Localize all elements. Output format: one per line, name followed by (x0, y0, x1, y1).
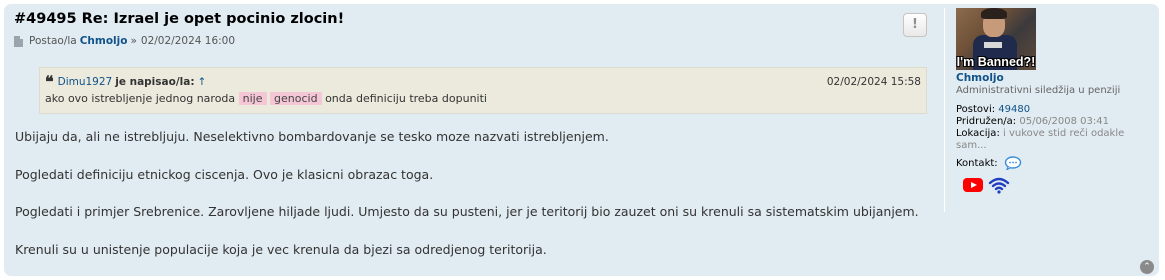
avatar-hair (981, 8, 1007, 19)
quote-text-after: onda definiciju treba dopuniti (325, 92, 487, 105)
avatar-shirt-print (984, 42, 1002, 48)
chat-bubble-icon[interactable] (1004, 156, 1022, 170)
profile-joined-label: Pridružen/a: (956, 116, 1017, 127)
post-profile: I'm Banned?! Chmoljo Administrativni sil… (944, 8, 1156, 212)
wifi-icon[interactable] (988, 176, 1010, 194)
avatar-caption: I'm Banned?! (956, 55, 1036, 69)
author-prefix: Postao/la (29, 35, 77, 47)
post-body: #49495 Re: Izrael je opet pocinio zlocin… (14, 9, 934, 48)
report-button[interactable]: ! (903, 13, 927, 37)
author-separator: » (130, 35, 137, 47)
quote-source-arrow-icon[interactable]: ↑ (198, 76, 207, 88)
profile-posts-row: Postovi: 49480 (956, 104, 1156, 116)
post-content: Ubijaju da, ali ne istrebljuju. Neselekt… (15, 128, 925, 278)
quote-highlight-2: genocid (270, 92, 322, 105)
quote-wrote-label: je napisao/la: (115, 75, 195, 88)
quote-username-link[interactable]: Dimu1927 (58, 76, 113, 88)
profile-stats: Postovi: 49480 Pridružen/a: 05/06/2008 0… (956, 104, 1156, 152)
profile-contact-row: Kontakt: (956, 156, 1156, 170)
post-title[interactable]: #49495 Re: Izrael je opet pocinio zlocin… (14, 10, 934, 28)
author-username-link[interactable]: Chmoljo (80, 35, 128, 47)
content-paragraph: Pogledati definiciju etnickog ciscenja. … (15, 166, 434, 182)
profile-posts-link[interactable]: 49480 (998, 104, 1030, 115)
back-to-top-icon[interactable]: ⌃ (1140, 260, 1154, 274)
quote-highlight-1: nije (238, 92, 267, 105)
quote-header: ❝ Dimu1927 je napisao/la: ↑ 02/02/2024 1… (45, 73, 921, 90)
content-paragraph: Ubijaju da, ali ne istrebljuju. Neselekt… (15, 129, 609, 144)
profile-contact-label: Kontakt: (956, 157, 998, 169)
profile-location-label: Lokacija: (956, 128, 1000, 139)
youtube-icon[interactable] (962, 176, 984, 194)
profile-username-link[interactable]: Chmoljo (956, 72, 1156, 84)
content-paragraph: Krenuli su u unistenje populacije koja j… (15, 241, 547, 257)
content-paragraph: Pogledati i primjer Srebrenice. Zarovlje… (15, 204, 919, 219)
profile-posts-label: Postovi: (956, 104, 996, 115)
profile-location-row: Lokacija: i vukove stid reči odakle sam.… (956, 128, 1156, 152)
post-document-icon[interactable] (14, 35, 23, 47)
profile-joined-value: 05/06/2008 03:41 (1019, 116, 1109, 127)
quote-date: 02/02/2024 15:58 (826, 75, 921, 88)
profile-rank: Administrativni siledžija u penziji (956, 85, 1121, 96)
quote-icon: ❝ (45, 71, 54, 91)
quote-block: ❝ Dimu1927 je napisao/la: ↑ 02/02/2024 1… (39, 67, 927, 114)
post-date: 02/02/2024 16:00 (140, 35, 236, 47)
post-container: #49495 Re: Izrael je opet pocinio zlocin… (4, 4, 1159, 276)
quote-text: ako ovo istrebljenje jednog naroda nije … (45, 90, 921, 108)
profile-social-icons (956, 176, 1156, 194)
quote-text-before: ako ovo istrebljenje jednog naroda (45, 92, 236, 105)
avatar[interactable]: I'm Banned?! (956, 8, 1036, 70)
profile-joined-row: Pridružen/a: 05/06/2008 03:41 (956, 116, 1156, 128)
post-author-line: Postao/la Chmoljo » 02/02/2024 16:00 (14, 34, 934, 48)
